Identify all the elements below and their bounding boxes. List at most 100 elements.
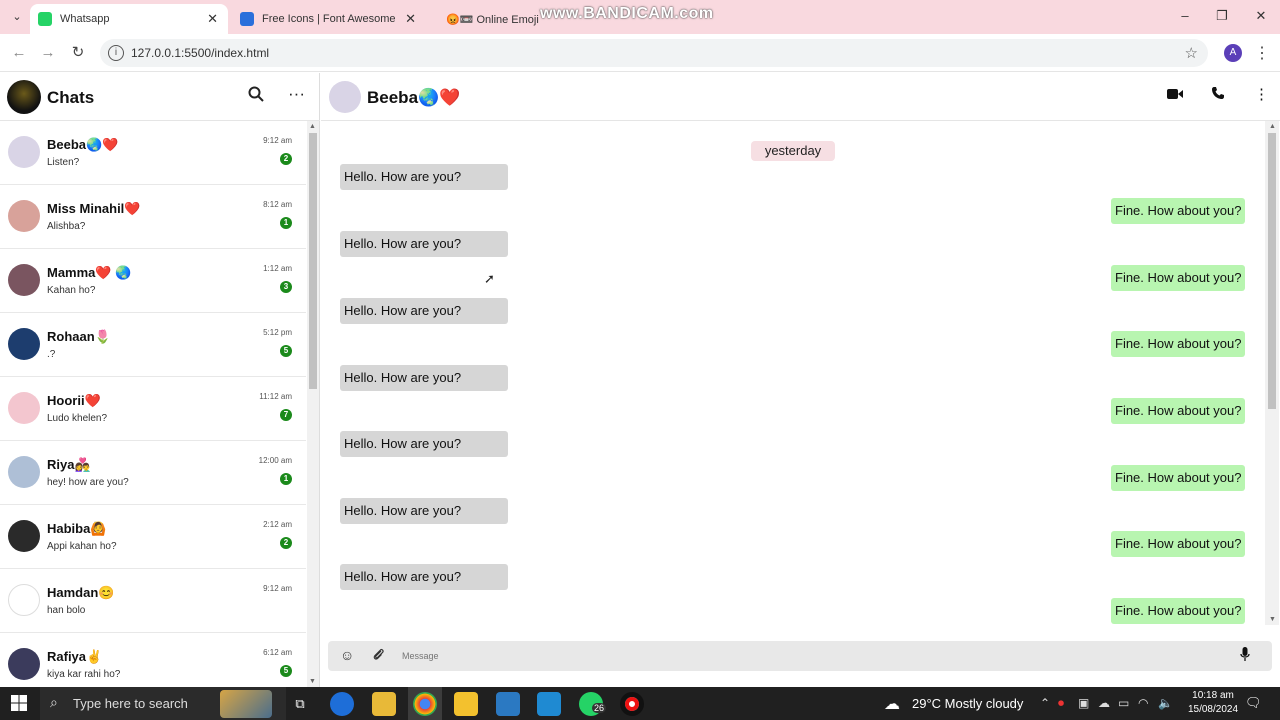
scroll-down-icon[interactable]: ▼ [309, 678, 316, 685]
recording-indicator-icon[interactable]: ⏺ [1058, 696, 1064, 711]
tray-chevron-icon[interactable]: ⌃ [1040, 696, 1050, 710]
vscode-icon[interactable] [537, 692, 561, 716]
mail-icon[interactable] [496, 692, 520, 716]
tab-close-icon[interactable]: ✕ [405, 11, 416, 27]
url-field[interactable]: i 127.0.0.1:5500/index.html ☆ [100, 39, 1208, 67]
wifi-icon[interactable]: ◠ [1138, 696, 1148, 710]
browser-menu-icon[interactable]: ⋮ [1254, 43, 1270, 63]
chat-last-message: Listen? [47, 157, 80, 168]
forward-icon[interactable]: → [38, 43, 58, 63]
video-call-icon[interactable] [1167, 87, 1183, 104]
unread-badge: 1 [280, 217, 292, 229]
avatar [8, 456, 40, 488]
contact-avatar[interactable] [329, 81, 361, 113]
bookmark-star-icon[interactable]: ☆ [1185, 44, 1198, 62]
message-input[interactable] [402, 646, 1222, 666]
recorder-watermark: www.BANDICAM.com [540, 5, 714, 22]
onedrive-cloud-icon[interactable]: ☁ [1098, 696, 1110, 710]
chat-name: Miss Minahil❤️ [47, 201, 141, 216]
microphone-icon[interactable] [1240, 647, 1250, 665]
scroll-up-icon[interactable]: ▲ [1269, 123, 1276, 130]
window-close-icon[interactable]: ✕ [1251, 8, 1271, 24]
tray-app-icon[interactable]: ▣ [1078, 696, 1089, 710]
reload-icon[interactable]: ↻ [68, 43, 88, 63]
contact-name[interactable]: Beeba🌏❤️ [367, 88, 460, 108]
whatsapp-unread-badge: 26 [592, 703, 607, 713]
tab-close-icon[interactable]: ✕ [207, 11, 218, 27]
windows-taskbar: ⌕ Type here to search ⧉ 26 ☁ 29°C Mostly… [0, 687, 1280, 720]
message-list: yesterday Hello. How are you? Fine. How … [321, 121, 1265, 625]
chat-last-message: Alishba? [47, 221, 86, 232]
scroll-up-icon[interactable]: ▲ [309, 123, 316, 130]
url-text[interactable]: 127.0.0.1:5500/index.html [131, 46, 269, 60]
sidebar-scrollbar[interactable]: ▲ ▼ [307, 121, 319, 687]
more-options-icon[interactable]: ··· [288, 84, 305, 104]
notification-center-icon[interactable]: 🗨 [1245, 695, 1262, 711]
bandicam-record-icon[interactable] [620, 692, 644, 716]
voice-call-icon[interactable] [1211, 86, 1225, 104]
microsoft-store-icon[interactable] [454, 692, 478, 716]
search-highlight-image[interactable] [220, 690, 272, 718]
emoji-icon[interactable]: ☺ [340, 647, 354, 663]
tab-online-emoji[interactable]: 😡📼 Online Emoji [430, 4, 540, 34]
chat-name: Rohaan🌷 [47, 329, 111, 344]
profile-avatar[interactable]: A [1224, 44, 1242, 62]
volume-icon[interactable]: 🔈 [1158, 696, 1173, 710]
chrome-icon[interactable] [413, 692, 437, 716]
chat-last-message: hey! how are you? [47, 477, 129, 488]
taskbar-search[interactable]: ⌕ Type here to search [40, 687, 286, 720]
unread-badge: 7 [280, 409, 292, 421]
chat-menu-icon[interactable]: ⋮ [1254, 85, 1269, 103]
tab-font-awesome[interactable]: Free Icons | Font Awesome ✕ [232, 4, 426, 34]
chat-time: 5:12 pm [263, 328, 292, 337]
scroll-down-icon[interactable]: ▼ [1269, 616, 1276, 623]
attach-icon[interactable] [371, 647, 385, 664]
chat-last-message: kiya kar rahi ho? [47, 669, 121, 680]
avatar [8, 584, 40, 616]
chat-item-habiba[interactable]: Habiba🙆 Appi kahan ho? 2:12 am 2 [0, 505, 306, 569]
chat-item-miss-minahil[interactable]: Miss Minahil❤️ Alishba? 8:12 am 1 [0, 185, 306, 249]
unread-badge: 5 [280, 345, 292, 357]
incoming-message: Hello. How are you? [340, 298, 508, 324]
sidebar-scroll-thumb[interactable] [309, 133, 317, 389]
conversation-scroll-thumb[interactable] [1268, 133, 1276, 409]
chat-item-hamdan[interactable]: Hamdan😊 han bolo 9:12 am [0, 569, 306, 633]
user-avatar[interactable] [7, 80, 41, 114]
search-icon: ⌕ [50, 694, 58, 710]
weather-cloud-icon[interactable]: ☁ [884, 694, 900, 714]
back-icon[interactable]: ← [9, 43, 29, 63]
tab-search-chevron-icon[interactable]: ⌄ [8, 8, 26, 26]
site-info-icon[interactable]: i [108, 45, 124, 61]
search-icon[interactable] [248, 86, 264, 107]
file-explorer-icon[interactable] [372, 692, 396, 716]
avatar [8, 264, 40, 296]
chat-time: 1:12 am [263, 264, 292, 273]
outgoing-message: Fine. How about you? [1111, 331, 1245, 357]
mouse-pointer-icon: ➚ [484, 271, 495, 286]
outgoing-message: Fine. How about you? [1111, 265, 1245, 291]
chat-item-rohaan[interactable]: Rohaan🌷 .? 5:12 pm 5 [0, 313, 306, 377]
unread-badge: 3 [280, 281, 292, 293]
maximize-icon[interactable]: ❐ [1212, 8, 1232, 24]
chat-name: Hamdan😊 [47, 585, 115, 600]
conversation-scrollbar[interactable]: ▲ ▼ [1265, 121, 1279, 625]
weather-text[interactable]: 29°C Mostly cloudy [912, 696, 1023, 711]
chat-item-rafiya[interactable]: Rafiya✌ kiya kar rahi ho? 6:12 am 5 [0, 633, 306, 687]
taskbar-clock[interactable]: 10:18 am 15/08/2024 [1180, 689, 1246, 717]
task-view-icon[interactable]: ⧉ [288, 692, 312, 716]
chat-item-hoorii[interactable]: Hoorii❤️ Ludo khelen? 11:12 am 7 [0, 377, 306, 441]
unread-badge: 5 [280, 665, 292, 677]
windows-start-icon[interactable] [11, 695, 27, 714]
incoming-message: Hello. How are you? [340, 365, 508, 391]
battery-icon[interactable]: ▭ [1118, 696, 1129, 710]
taskbar-search-placeholder: Type here to search [73, 696, 188, 711]
edge-icon[interactable] [330, 692, 354, 716]
sidebar-header: Chats ··· [0, 73, 320, 121]
chat-item-beeba[interactable]: Beeba🌏❤️ Listen? 9:12 am 2 [0, 121, 306, 185]
tab-whatsapp[interactable]: Whatsapp ✕ [30, 4, 228, 34]
chat-name: Rafiya✌ [47, 649, 103, 664]
chat-time: 2:12 am [263, 520, 292, 529]
chat-item-mamma[interactable]: Mamma❤️ 🌏 Kahan ho? 1:12 am 3 [0, 249, 306, 313]
chat-item-riya[interactable]: Riya👩‍❤️‍👨 hey! how are you? 12:00 am 1 [0, 441, 306, 505]
minimize-icon[interactable]: – [1175, 8, 1195, 23]
